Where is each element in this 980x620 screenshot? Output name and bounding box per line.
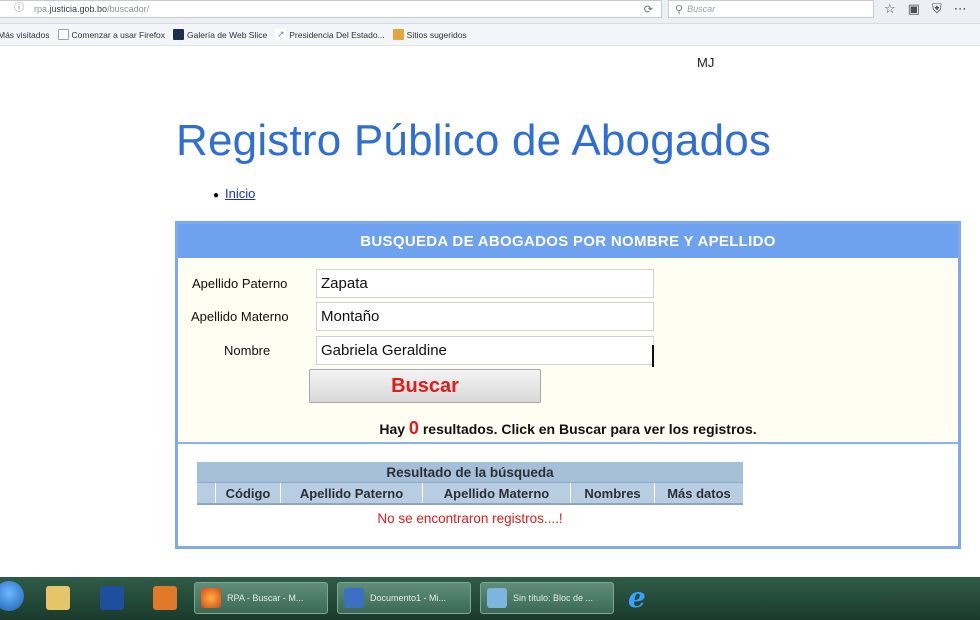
address-bar[interactable]: ⓘ rpa.justicia.gob.bo/buscador/ ⟳ (0, 0, 662, 18)
column-apellido-materno: Apellido Materno (422, 483, 570, 503)
search-placeholder: Buscar (687, 4, 716, 14)
results-table-title: Resultado de la búsqueda (197, 462, 743, 483)
apellido-paterno-input[interactable] (316, 269, 654, 298)
search-form: Apellido Paterno Apellido Materno Nombre… (178, 258, 958, 444)
task-firefox[interactable]: RPA - Buscar - M... (194, 582, 328, 614)
clipboard-icon[interactable]: ▣ (908, 1, 920, 17)
shield-icon[interactable]: ⛨ (932, 1, 942, 17)
page-icon (57, 29, 69, 40)
bookmark-presidencia[interactable]: ↗ Presidencia Del Estado... (275, 29, 385, 40)
column-codigo: Código (215, 483, 280, 503)
search-panel-title: BUSQUEDA DE ABOGADOS POR NOMBRE Y APELLI… (178, 224, 958, 258)
photoshop-icon[interactable] (100, 586, 124, 610)
label-apellido-paterno: Apellido Paterno (192, 276, 288, 291)
bookmarks-bar: Más visitados Comenzar a usar Firefox Ga… (0, 24, 980, 46)
task-word[interactable]: Documento1 - Mi... (337, 582, 471, 614)
label-nombre: Nombre (224, 343, 271, 358)
column-apellido-paterno: Apellido Paterno (280, 483, 422, 503)
column-spacer (197, 483, 215, 503)
text-caret (652, 345, 654, 367)
results-table: Resultado de la búsqueda Código Apellido… (197, 462, 743, 526)
result-count: 0 (408, 418, 419, 438)
bullet-icon: ● (213, 190, 220, 201)
site-info-icon[interactable]: ⓘ (14, 3, 28, 15)
no-results-message: No se encontraron registros....! (377, 511, 563, 526)
apellido-materno-input[interactable] (316, 302, 654, 331)
media-player-icon[interactable] (153, 586, 177, 610)
search-panel: BUSQUEDA DE ABOGADOS POR NOMBRE Y APELLI… (175, 221, 961, 549)
label-apellido-materno: Apellido Materno (191, 309, 289, 324)
star-icon[interactable]: ☆ (884, 1, 896, 17)
page-icon: ↗ (275, 29, 287, 40)
internet-explorer-icon[interactable]: e (628, 581, 646, 614)
start-button[interactable] (0, 581, 24, 611)
nombre-input[interactable] (316, 336, 654, 365)
menu-dots-icon[interactable]: ⋯ (954, 1, 967, 17)
nav-link-inicio[interactable]: Inicio (225, 186, 255, 201)
notepad-icon (487, 588, 507, 608)
word-icon (344, 588, 364, 608)
taskbar: RPA - Buscar - M... Documento1 - Mi... S… (0, 577, 980, 620)
search-icon: ⚲ (675, 3, 684, 16)
explorer-icon[interactable] (46, 586, 70, 610)
bookmark-suggested-sites[interactable]: Sitios sugeridos (392, 29, 467, 40)
buscar-button[interactable]: Buscar (309, 369, 541, 403)
column-mas-datos: Más datos (654, 483, 743, 503)
browser-toolbar: ⓘ rpa.justicia.gob.bo/buscador/ ⟳ ⚲ Busc… (0, 0, 980, 24)
bookmark-most-visited[interactable]: Más visitados (0, 30, 50, 40)
reload-icon[interactable]: ⟳ (644, 3, 653, 16)
bookmark-firefox-start[interactable]: Comenzar a usar Firefox (57, 29, 165, 40)
result-count-message: Hay 0 resultados. Click en Buscar para v… (379, 418, 757, 438)
page-title: Registro Público de Abogados (176, 116, 772, 165)
bookmark-web-slice[interactable]: Galería de Web Slice (173, 29, 267, 40)
firefox-icon (201, 588, 221, 608)
column-nombres: Nombres (570, 483, 654, 503)
url-text: rpa.justicia.gob.bo/buscador/ (34, 4, 150, 14)
task-notepad[interactable]: Sin título: Bloc de ... (480, 582, 614, 614)
browser-search-box[interactable]: ⚲ Buscar (668, 0, 874, 18)
user-initials: MJ (697, 55, 715, 70)
screen: ⓘ rpa.justicia.gob.bo/buscador/ ⟳ ⚲ Busc… (0, 0, 980, 620)
folder-icon (392, 29, 404, 40)
toolbar-icons: ☆ ▣ ⛨ ⋯ (884, 1, 967, 17)
results-table-header: Código Apellido Paterno Apellido Materno… (197, 483, 743, 505)
nav-list: ● Inicio (213, 186, 255, 201)
web-slice-icon (173, 29, 185, 40)
